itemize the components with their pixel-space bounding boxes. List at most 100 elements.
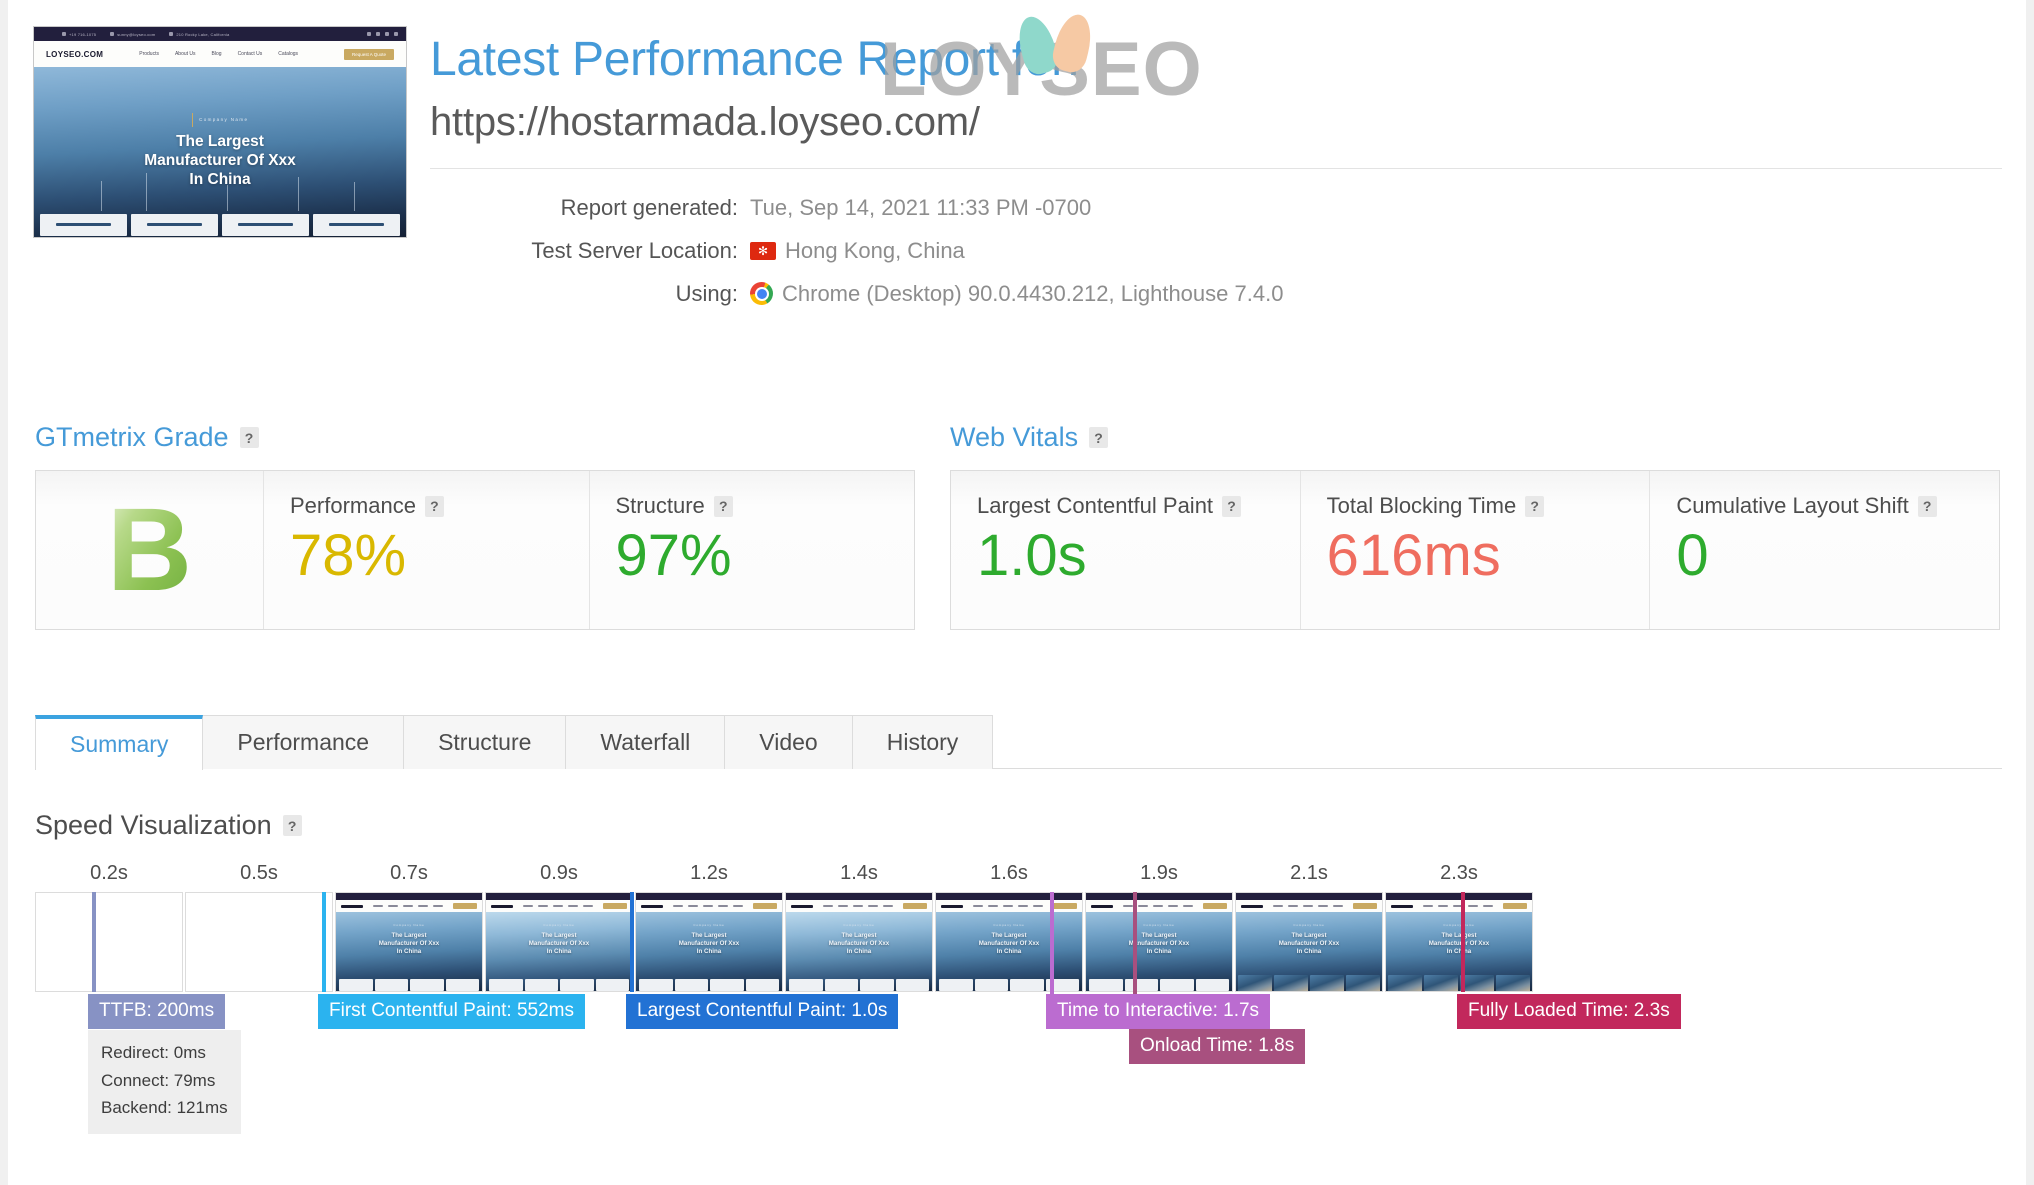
- timeline-tick-9: 2.3s: [1440, 862, 1478, 884]
- timeline-ticks: 0.2s 0.5s 0.7s 0.9s 1.2s 1.4s 1.6s 1.9s 2.1s 2.3s: [35, 862, 2002, 892]
- meta-row-server: Test Server Location: ✻ Hong Kong, China: [430, 229, 2002, 272]
- meta-value-generated: Tue, Sep 14, 2021 11:33 PM -0700: [750, 194, 1092, 220]
- filmstrip-frame-8[interactable]: Company Name The Largest Manufacturer Of X…: [1235, 892, 1383, 992]
- timeline-tick-2: 0.7s: [390, 862, 428, 884]
- lcp-help-icon[interactable]: ?: [1222, 495, 1242, 517]
- heading-line-1: The Largest: [176, 133, 264, 150]
- grade-letter: B: [106, 484, 193, 616]
- phone-icon: [62, 32, 66, 36]
- tab-waterfall[interactable]: Waterfall: [565, 715, 726, 769]
- structure-value: 97%: [615, 523, 732, 588]
- screenshot-nav-links: Products About Us Blog Contact Us Catalo…: [139, 51, 298, 57]
- hong-kong-flag-icon: ✻: [750, 241, 776, 260]
- screenshot-topbar: +19 716-1075 sunny@loyseo.com 210 Rocky …: [34, 27, 406, 41]
- cls-help-icon[interactable]: ?: [1917, 495, 1937, 517]
- marker-badge-onload-time[interactable]: Onload Time: 1.8s: [1129, 1029, 1306, 1064]
- gtmetrix-grade-help-icon[interactable]: ?: [239, 427, 259, 448]
- twitter-icon: [376, 32, 380, 36]
- cls-value: 0: [1676, 523, 1709, 588]
- filmstrip-frame-0[interactable]: [35, 892, 183, 992]
- timeline-tick-7: 1.9s: [1140, 862, 1178, 884]
- mail-icon: [110, 32, 115, 36]
- grade-letter-cell: B: [36, 471, 263, 629]
- screenshot-navbar: LOYSEO.COM Products About Us Blog Contac…: [34, 41, 406, 67]
- filmstrip-frame-2[interactable]: Company Name The Largest Manufacturer Of X…: [335, 892, 483, 992]
- site-screenshot-thumbnail[interactable]: +19 716-1075 sunny@loyseo.com 210 Rocky …: [33, 26, 407, 238]
- performance-value: 78%: [290, 523, 407, 588]
- cls-label: Cumulative Layout Shift: [1676, 493, 1909, 518]
- tbt-label: Total Blocking Time: [1326, 493, 1517, 518]
- speed-visualization-help-icon[interactable]: ?: [282, 815, 302, 836]
- filmstrip-frame-3[interactable]: Company Name The Largest Manufacturer Of X…: [485, 892, 633, 992]
- location-pin-icon: [169, 32, 174, 36]
- nav-link-blog: Blog: [211, 51, 222, 57]
- tab-summary[interactable]: Summary: [35, 715, 204, 770]
- timeline-tick-6: 1.6s: [990, 862, 1028, 884]
- filmstrip-frame-4[interactable]: Company Name The Largest Manufacturer Of X…: [635, 892, 783, 992]
- linkedin-icon: [385, 32, 389, 36]
- topbar-address: 210 Rocky Lake, California: [176, 31, 230, 37]
- filmstrip-frame-5[interactable]: Company Name The Largest Manufacturer Of X…: [785, 892, 933, 992]
- filmstrip-frame-7[interactable]: Company Name The Largest Manufacturer Of X…: [1085, 892, 1233, 992]
- metric-total-blocking-time: Total Blocking Time ? 616ms: [1299, 471, 1650, 629]
- screenshot-heading: The Largest Manufacturer Of Xxx In China: [34, 133, 406, 190]
- speed-visualization-filmstrip: 0.2s 0.5s 0.7s 0.9s 1.2s 1.4s 1.6s 1.9s 2.1s 2.3s…: [35, 862, 2002, 1142]
- ttfb-detail-row-1: Connect: 79ms: [101, 1070, 216, 1090]
- ttfb-detail-row-2: Backend: 121ms: [101, 1098, 228, 1118]
- filmstrip-frame-1[interactable]: [185, 892, 333, 992]
- topbar-phone: +19 716-1075: [69, 31, 97, 37]
- report-url: https://hostarmada.loyseo.com/: [430, 100, 980, 144]
- marker-line-first-contentful-paint: [322, 892, 326, 992]
- topbar-social-icons: [367, 32, 406, 36]
- performance-help-icon[interactable]: ?: [424, 495, 444, 517]
- tab-performance[interactable]: Performance: [202, 715, 405, 769]
- meta-value-using: Chrome (Desktop) 90.0.4430.212, Lighthou…: [782, 280, 1284, 306]
- marker-line-fully-loaded-time: [1461, 892, 1465, 992]
- timeline-tick-0: 0.2s: [90, 862, 128, 884]
- structure-label: Structure: [615, 493, 705, 518]
- marker-line-ttfb: [92, 892, 96, 992]
- marker-badge-largest-contentful-paint[interactable]: Largest Contentful Paint: 1.0s: [626, 994, 899, 1029]
- speed-visualization-title: Speed Visualization: [35, 810, 272, 840]
- timeline-tick-8: 2.1s: [1290, 862, 1328, 884]
- report-meta: Report generated: Tue, Sep 14, 2021 11:3…: [430, 186, 2002, 315]
- lcp-value: 1.0s: [977, 523, 1087, 588]
- marker-badge-time-to-interactive[interactable]: Time to Interactive: 1.7s: [1046, 994, 1271, 1029]
- nav-link-products: Products: [139, 51, 159, 57]
- marker-badge-fully-loaded-time[interactable]: Fully Loaded Time: 2.3s: [1457, 994, 1681, 1029]
- ttfb-detail-box: Redirect: 0ms Connect: 79ms Backend: 121ms: [88, 1030, 241, 1134]
- nav-link-about: About Us: [174, 51, 196, 57]
- metric-cumulative-layout-shift: Cumulative Layout Shift ? 0: [1649, 471, 1999, 629]
- header-divider: [430, 168, 2002, 169]
- web-vitals-help-icon[interactable]: ?: [1089, 427, 1109, 448]
- tab-history[interactable]: History: [851, 715, 994, 769]
- meta-label-using: Using:: [675, 280, 738, 306]
- chrome-icon: [750, 282, 773, 305]
- screenshot-logo: LOYSEO.COM: [46, 49, 104, 59]
- timeline-tick-3: 0.9s: [540, 862, 578, 884]
- facebook-icon: [394, 32, 398, 36]
- metric-performance: Performance ? 78%: [263, 471, 589, 629]
- timeline-tick-5: 1.4s: [840, 862, 878, 884]
- nav-link-catalogs: Catalogs: [278, 51, 299, 57]
- tab-video[interactable]: Video: [724, 715, 853, 769]
- marker-badge-first-contentful-paint[interactable]: First Contentful Paint: 552ms: [318, 994, 585, 1029]
- topbar-email: sunny@loyseo.com: [117, 31, 156, 37]
- screenshot-eyebrow: Company Name: [199, 117, 249, 123]
- performance-label: Performance: [290, 493, 416, 518]
- report-tabs: Summary Performance Structure Waterfall …: [35, 715, 2002, 770]
- page-edge-left: [0, 0, 8, 1185]
- meta-value-server: Hong Kong, China: [785, 237, 965, 263]
- filmstrip-frames: Company Name The Largest Manufacturer Of X…: [35, 892, 1533, 992]
- tbt-help-icon[interactable]: ?: [1525, 495, 1545, 517]
- search-icon: [367, 32, 371, 36]
- tab-structure[interactable]: Structure: [403, 715, 567, 769]
- filmstrip-frame-6[interactable]: Company Name The Largest Manufacturer Of X…: [935, 892, 1083, 992]
- structure-help-icon[interactable]: ?: [713, 495, 733, 517]
- marker-badge-ttfb[interactable]: TTFB: 200ms: [88, 994, 226, 1029]
- filmstrip-frame-9[interactable]: Company Name The Largest Manufacturer Of X…: [1385, 892, 1533, 992]
- screenshot-cta-button: Request A Quote: [343, 48, 394, 60]
- heading-line-3: In China: [189, 170, 251, 188]
- web-vitals-heading: Web Vitals ?: [950, 422, 1109, 453]
- ttfb-detail-row-0: Redirect: 0ms: [101, 1043, 206, 1062]
